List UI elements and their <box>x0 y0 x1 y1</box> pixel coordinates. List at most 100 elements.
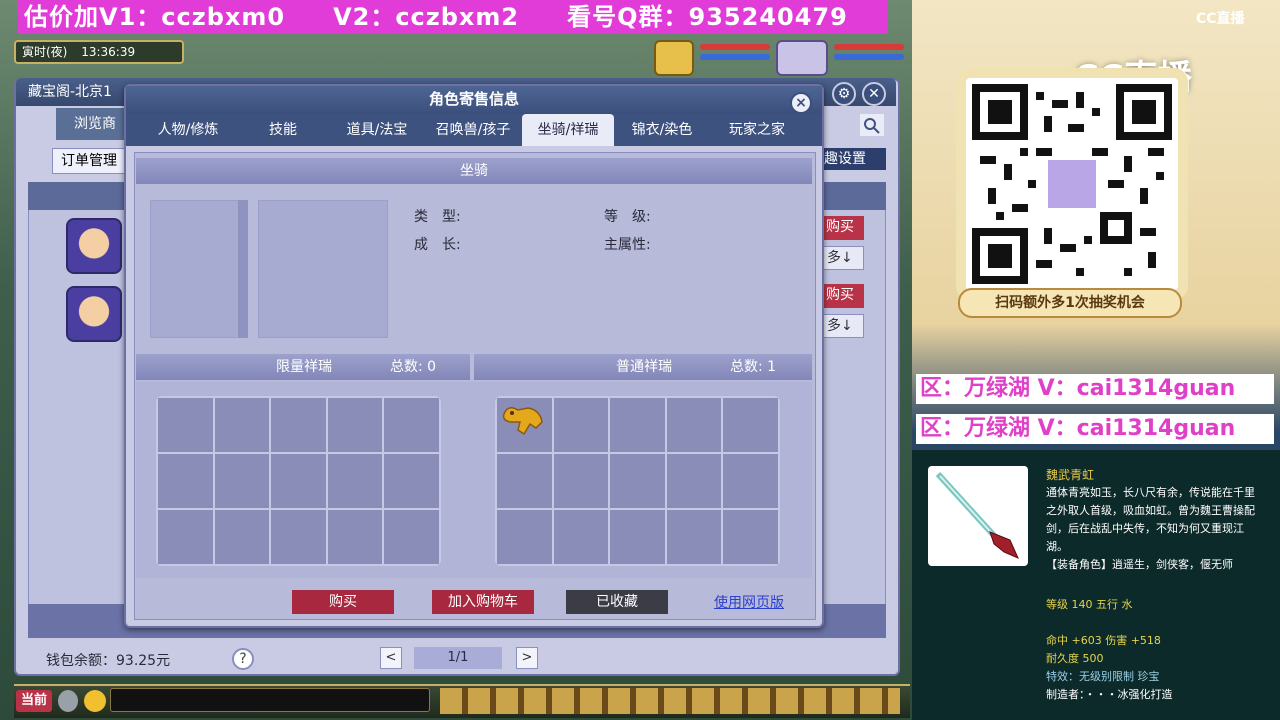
grid-slot[interactable] <box>723 398 778 452</box>
grid-slot[interactable] <box>553 510 609 564</box>
grid-slot[interactable] <box>384 398 439 452</box>
weapon-description: 通体青亮如玉，长八尺有余，传说能在千里之外取人首级，吸血如虹。曾为魏王曹操配剑，… <box>1046 486 1255 553</box>
limited-total: 总数: 0 <box>390 359 437 375</box>
limited-auspicious-header: 限量祥瑞 总数: 0 <box>136 354 470 380</box>
grid-slot[interactable] <box>610 454 665 508</box>
grid-slot[interactable] <box>666 454 722 508</box>
tab-character[interactable]: 人物/修炼 <box>142 114 234 146</box>
page-indicator: 1/1 <box>414 647 502 669</box>
qr-code-icon[interactable] <box>972 84 1172 284</box>
grid-slot[interactable] <box>723 454 778 508</box>
tab-player-home[interactable]: 玩家之家 <box>710 114 804 146</box>
stream-overlay-banner: 估价加V1：cczbxm0 V2：cczbxm2 看号Q群：935240479 <box>18 0 888 34</box>
grid-slot[interactable] <box>158 510 213 564</box>
grid-slot[interactable] <box>497 510 552 564</box>
qr-caption: 扫码额外多1次抽奖机会 <box>958 288 1182 318</box>
tab-outfits[interactable]: 锦衣/染色 <box>616 114 708 146</box>
tab-mounts[interactable]: 坐骑/祥瑞 <box>522 114 614 146</box>
weapon-equip-roles: 【装备角色】逍遥生，剑侠客，偃无师 <box>1046 558 1233 571</box>
chat-input[interactable] <box>110 688 430 712</box>
time-label: 寅时(夜) <box>22 45 68 59</box>
player-hp-bar <box>834 44 904 50</box>
weapon-special: 特效：无级别限制 珍宝 <box>1046 670 1160 683</box>
grid-slot[interactable] <box>327 510 383 564</box>
grid-slot[interactable] <box>384 510 439 564</box>
limited-label: 限量祥瑞 <box>276 359 332 375</box>
grid-slot[interactable] <box>214 454 270 508</box>
grid-slot[interactable] <box>553 398 609 452</box>
tab-items[interactable]: 道具/法宝 <box>332 114 422 146</box>
normal-label: 普通祥瑞 <box>616 359 672 375</box>
sword-icon <box>928 466 1028 566</box>
mount-section-header: 坐骑 <box>136 158 812 184</box>
zone-contact-line: 区：万绿湖 V：cai1314guan <box>916 374 1274 404</box>
row-more-button[interactable]: 多↓ <box>818 314 864 338</box>
dialog-title: 角色寄售信息 <box>126 86 822 114</box>
grid-slot[interactable] <box>666 510 722 564</box>
grid-slot[interactable] <box>327 398 383 452</box>
favorited-button[interactable]: 已收藏 <box>566 590 668 614</box>
search-icon[interactable] <box>860 114 884 136</box>
add-to-cart-button[interactable]: 加入购物车 <box>432 590 534 614</box>
grid-slot[interactable] <box>158 454 213 508</box>
microphone-icon[interactable] <box>58 690 78 712</box>
cc-live-logo: CC直播 <box>1196 11 1245 27</box>
hobby-settings-button[interactable]: 趣设置 <box>818 148 886 170</box>
grid-slot[interactable] <box>384 454 439 508</box>
buy-button[interactable]: 购买 <box>292 590 394 614</box>
player-portrait[interactable] <box>776 40 828 76</box>
tab-summons[interactable]: 召唤兽/孩子 <box>426 114 520 146</box>
mount-growth-label: 成 长: <box>414 237 461 253</box>
use-web-version-link[interactable]: 使用网页版 <box>714 592 784 612</box>
grid-slot[interactable] <box>666 398 722 452</box>
golden-mount-item-icon[interactable] <box>498 400 546 440</box>
listing-avatar[interactable] <box>66 286 122 342</box>
shortcut-toolbar[interactable] <box>440 688 900 714</box>
row-buy-button[interactable]: 购买 <box>818 216 864 240</box>
weapon-level-line: 等级 140 五行 水 <box>1046 598 1133 611</box>
row-more-button[interactable]: 多↓ <box>818 246 864 270</box>
wallet-balance: 钱包余额：93.25元 <box>46 653 171 669</box>
mount-type-label: 类 型: <box>414 209 461 225</box>
order-management-button[interactable]: 订单管理 <box>52 148 132 174</box>
prev-page-button[interactable]: < <box>380 647 402 669</box>
grid-slot[interactable] <box>271 454 326 508</box>
weapon-hit-line: 命中 +603 伤害 +518 <box>1046 634 1161 647</box>
pet-mp-bar <box>700 54 770 60</box>
grid-slot[interactable] <box>610 510 665 564</box>
grid-slot[interactable] <box>214 510 270 564</box>
close-icon[interactable]: × <box>790 92 812 114</box>
grid-slot[interactable] <box>271 510 326 564</box>
normal-auspicious-header: 普通祥瑞 总数: 1 <box>474 354 812 380</box>
grid-slot[interactable] <box>610 398 665 452</box>
banner-v1: 估价加V1：cczbxm0 <box>24 3 286 31</box>
settings-gear-icon[interactable]: ⚙ <box>832 82 856 106</box>
banner-group: 看号Q群：935240479 <box>567 3 848 31</box>
mount-list-box[interactable] <box>150 200 248 338</box>
row-buy-button[interactable]: 购买 <box>818 284 864 308</box>
player-mp-bar <box>834 54 904 60</box>
mount-level-label: 等 级: <box>604 209 651 225</box>
clock-value: 13:36:39 <box>81 45 136 59</box>
help-icon[interactable]: ? <box>232 648 254 670</box>
grid-slot[interactable] <box>214 398 270 452</box>
grid-slot[interactable] <box>553 454 609 508</box>
grid-slot[interactable] <box>497 454 552 508</box>
grid-slot[interactable] <box>723 510 778 564</box>
grid-slot[interactable] <box>158 398 213 452</box>
mount-main-attr-label: 主属性: <box>604 237 651 253</box>
mount-list-scrollbar[interactable] <box>238 200 248 338</box>
game-clock: 寅时(夜) 13:36:39 <box>14 40 184 64</box>
tab-skills[interactable]: 技能 <box>240 114 326 146</box>
listing-avatar[interactable] <box>66 218 122 274</box>
emoji-icon[interactable] <box>84 690 106 712</box>
weapon-durability: 耐久度 500 <box>1046 652 1104 665</box>
grid-slot[interactable] <box>327 454 383 508</box>
pet-portrait[interactable] <box>654 40 694 76</box>
next-page-button[interactable]: > <box>516 647 538 669</box>
current-channel-button[interactable]: 当前 <box>16 690 52 712</box>
grid-slot[interactable] <box>271 398 326 452</box>
limited-auspicious-grid <box>156 396 441 566</box>
pet-hp-bar <box>700 44 770 50</box>
back-close-icon[interactable]: ✕ <box>862 82 886 106</box>
